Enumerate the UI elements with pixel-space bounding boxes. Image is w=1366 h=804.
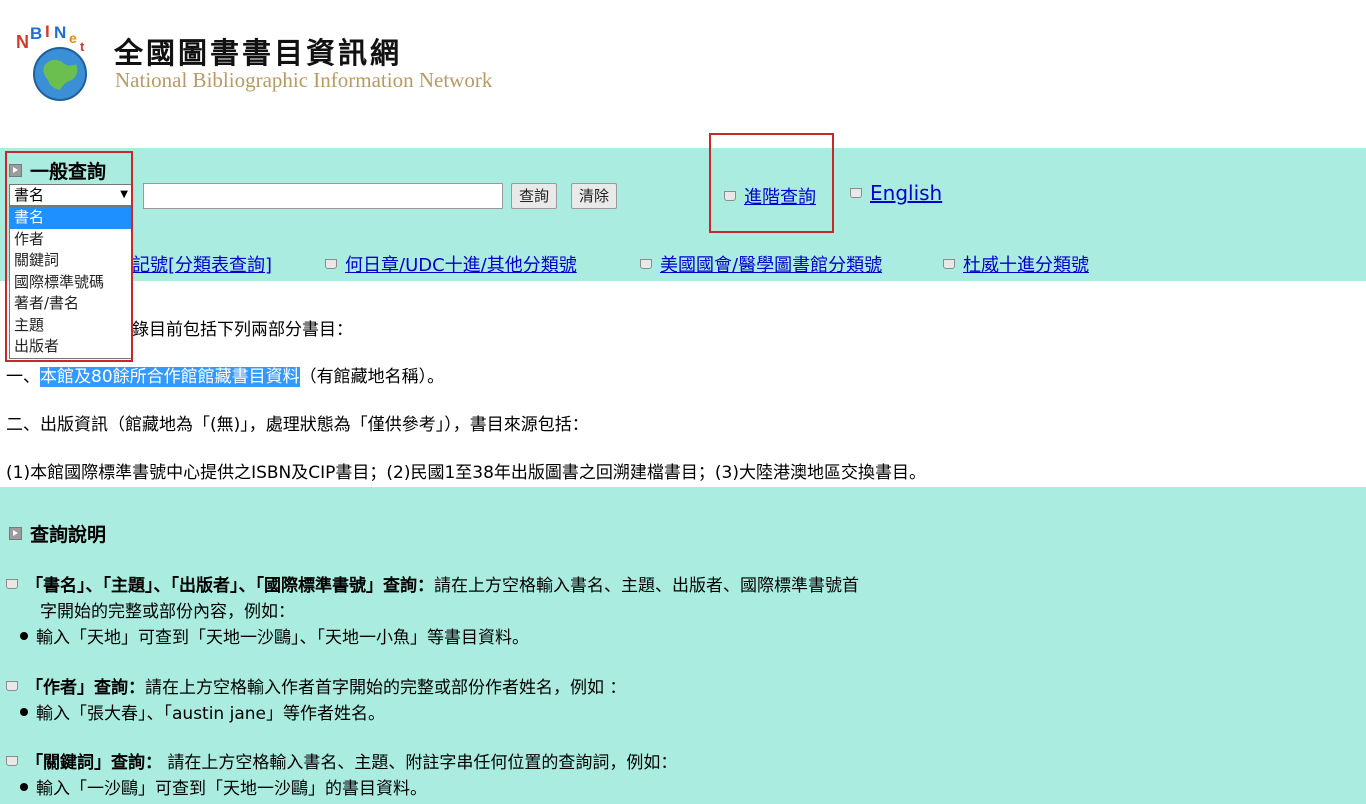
class-table-link[interactable]: 記號[分類表查詢] [132,251,272,277]
book-icon [943,259,955,269]
svg-text:N: N [16,32,29,52]
help-item2-bold: 「作者」查詢： [26,678,145,698]
svg-text:t: t [80,39,85,54]
help-heading: 查詢說明 [9,520,106,547]
book-icon [640,259,652,269]
help-item3-example: 輸入「一沙鷗」可查到「天地一沙鷗」的書目資料。 [36,779,427,799]
intro-line0: 錄目前包括下列兩部分書目： [132,320,353,340]
nbinet-logo-icon: N B I N e t [16,24,87,101]
dewey-class-label: 杜威十進分類號 [963,255,1089,276]
help-item1-text2: 字開始的完整或部份內容，例如： [40,602,295,622]
help-item3-bullet: 輸入「一沙鷗」可查到「天地一沙鷗」的書目資料。 [20,774,427,799]
svg-text:N: N [54,24,66,42]
annotation-box-advanced [709,133,834,233]
english-link[interactable]: English [850,181,942,205]
lc-class-link[interactable]: 美國國會/醫學圖書館分類號 [640,251,882,277]
help-item-author: 「作者」查詢：請在上方空格輸入作者首字開始的完整或部份作者姓名，例如 ： [6,673,626,698]
help-item3-bold: 「關鍵詞」查詢： [26,753,162,773]
help-title: 查詢說明 [30,524,107,546]
svg-text:e: e [69,30,77,46]
intro-line3: (1)本館國際標準書號中心提供之ISBN及CIP書目；(2)民國1至38年出版圖… [6,463,927,483]
intro-line2: 二、出版資訊（館藏地為「(無)」，處理狀態為「僅供參考」），書目來源包括： [6,415,589,435]
book-icon [325,259,337,269]
help-item2-text: 請在上方空格輸入作者首字開始的完整或部份作者姓名，例如 ： [145,678,627,698]
book-icon [6,579,18,589]
intro-line1-suffix: （有館藏地名稱）。 [299,367,445,387]
udc-class-label: 何日章/UDC十進/其他分類號 [345,255,577,276]
svg-text:B: B [30,24,42,43]
english-label: English [870,181,943,205]
site-header: N B I N e t 全國圖書書目資訊網 National Bibliogra… [0,0,1366,148]
clear-button[interactable]: 清除 [571,183,618,209]
lc-class-label: 美國國會/醫學圖書館分類號 [660,255,883,276]
query-button[interactable]: 查詢 [511,183,558,209]
intro-line1-highlight: 本館及80餘所合作館館藏書目資料 [40,367,300,387]
annotation-box-general [5,151,133,362]
bullet-icon [20,708,28,716]
udc-class-link[interactable]: 何日章/UDC十進/其他分類號 [325,251,577,277]
bullet-icon [20,632,28,640]
help-item1-bullet: 輸入「天地」可查到「天地一沙鷗」、「天地一小魚」等書目資料。 [20,623,529,648]
search-input[interactable] [143,183,503,209]
help-item3-text: 請在上方空格輸入書名、主題、附註字串任何位置的查詢詞，例如： [162,753,678,773]
dewey-class-link[interactable]: 杜威十進分類號 [943,251,1089,277]
help-item1-bold: 「書名」、「主題」、「出版者」、「國際標準書號」查詢： [26,576,434,596]
intro-line1-prefix: 一、 [6,367,40,387]
help-item-keyword: 「關鍵詞」查詢： 請在上方空格輸入書名、主題、附註字串任何位置的查詢詞，例如： [6,748,677,773]
arrow-square-icon [9,527,22,540]
bullet-icon [20,783,28,791]
svg-text:I: I [45,24,50,41]
help-item1-text: 請在上方空格輸入書名、主題、出版者、國際標準書號首 [434,576,859,596]
help-item1-example: 輸入「天地」可查到「天地一沙鷗」、「天地一小魚」等書目資料。 [36,628,529,648]
help-item2-example: 輸入「張大春」、「austin jane」等作者姓名。 [36,704,385,724]
help-item-title: 「書名」、「主題」、「出版者」、「國際標準書號」查詢：請在上方空格輸入書名、主題… [6,571,859,596]
site-title-zh: 全國圖書書目資訊網 [114,36,403,70]
site-title-en: National Bibliographic Information Netwo… [115,68,493,92]
book-icon [850,188,862,198]
book-icon [6,756,18,766]
help-item2-bullet: 輸入「張大春」、「austin jane」等作者姓名。 [20,699,385,724]
intro-line1: 一、本館及80餘所合作館館藏書目資料（有館藏地名稱）。 [6,362,444,387]
book-icon [6,681,18,691]
